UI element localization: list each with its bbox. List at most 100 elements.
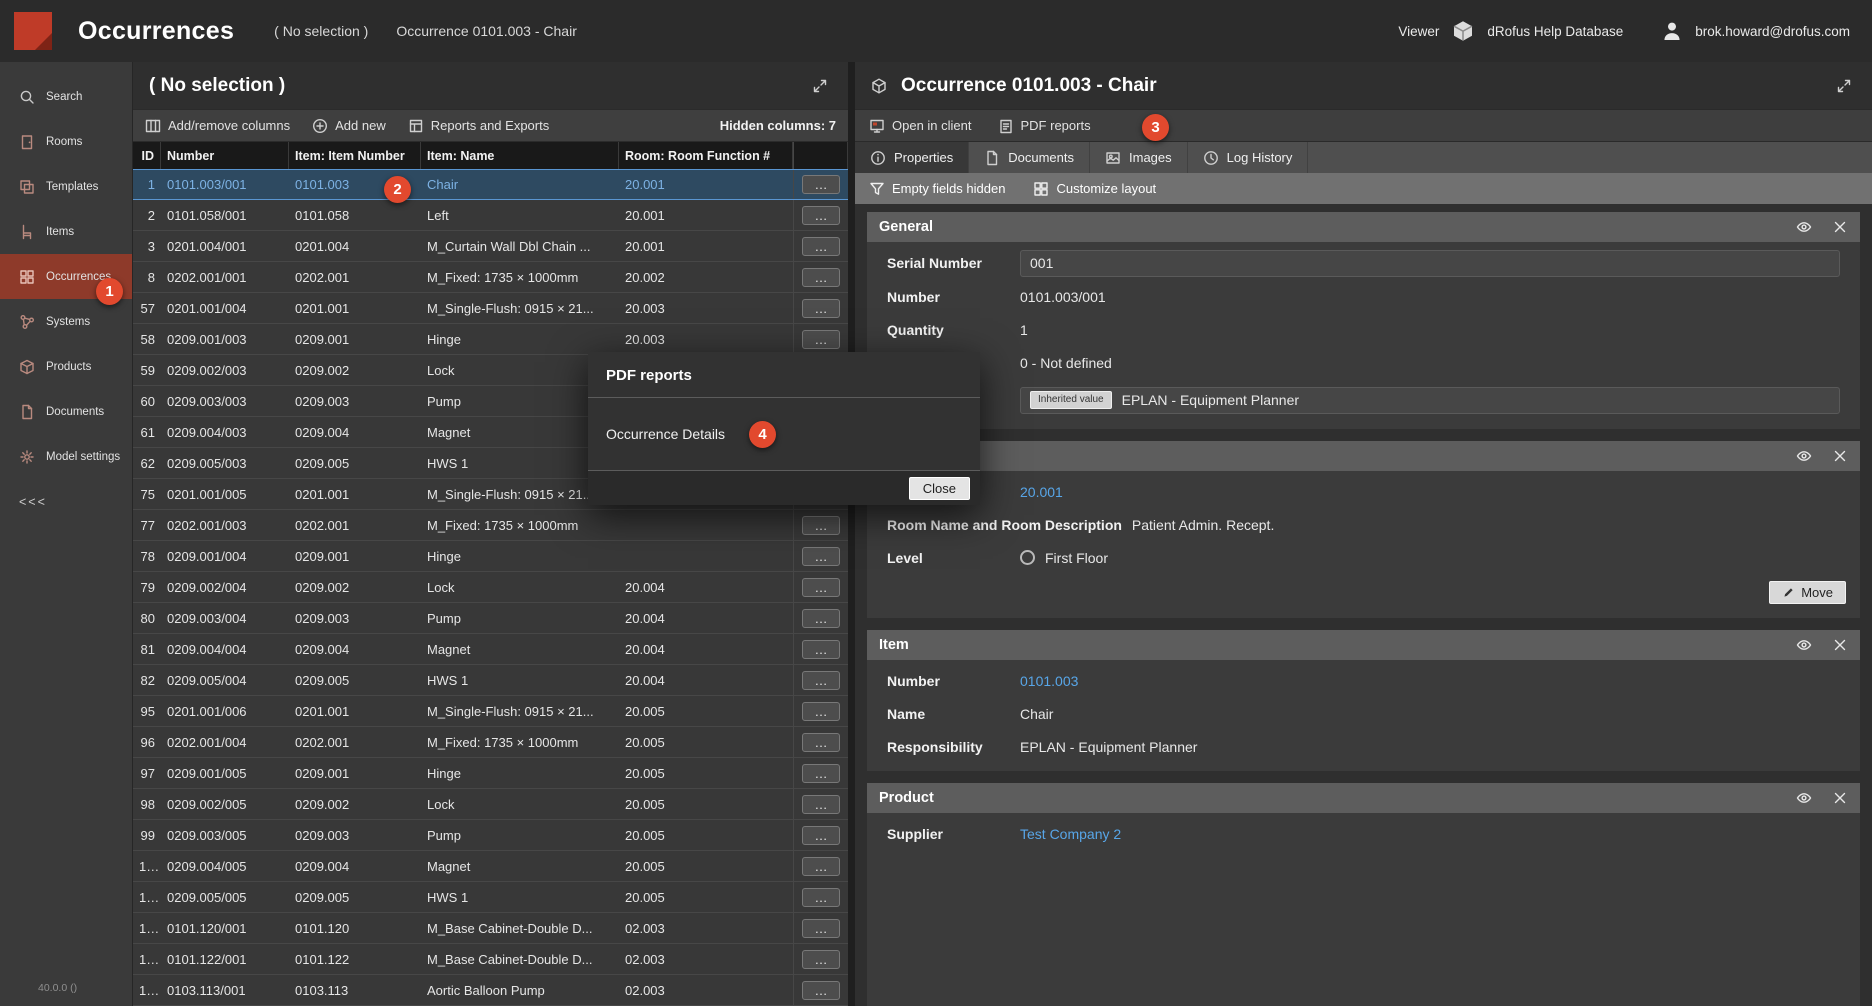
reports-exports-button[interactable]: Reports and Exports — [408, 118, 550, 134]
eye-icon[interactable] — [1796, 448, 1812, 464]
row-more-button[interactable]: … — [802, 268, 840, 287]
close-icon[interactable] — [1832, 219, 1848, 235]
close-icon[interactable] — [1832, 448, 1848, 464]
row-more-button[interactable]: … — [802, 826, 840, 845]
value-field[interactable]: 001 — [1020, 250, 1840, 277]
close-button[interactable]: Close — [909, 477, 970, 500]
table-row[interactable]: 1360103.113/0010103.113Aortic Balloon Pu… — [133, 975, 848, 1006]
dialog-report-item[interactable]: Occurrence Details4 — [606, 421, 962, 448]
tab-images[interactable]: Images — [1090, 142, 1188, 173]
row-more-button[interactable]: … — [802, 702, 840, 721]
radio-button[interactable] — [1020, 550, 1035, 565]
eye-icon[interactable] — [1796, 219, 1812, 235]
row-more-button[interactable]: … — [802, 919, 840, 938]
row-more-button[interactable]: … — [802, 578, 840, 597]
row-more-button[interactable]: … — [802, 547, 840, 566]
table-row[interactable]: 1350101.122/0010101.122M_Base Cabinet-Do… — [133, 944, 848, 975]
breadcrumb: ( No selection ) Occurrence 0101.003 - C… — [274, 23, 577, 39]
expand-detail-button[interactable] — [1828, 70, 1860, 102]
row-more-button[interactable]: … — [802, 516, 840, 535]
table-row[interactable]: 570201.001/0040201.001M_Single-Flush: 09… — [133, 293, 848, 324]
row-more-button[interactable]: … — [802, 795, 840, 814]
table-row[interactable]: 770202.001/0030202.001M_Fixed: 1735 × 10… — [133, 510, 848, 541]
open-in-client-button[interactable]: Open in client — [869, 118, 972, 134]
table-row[interactable]: 10101.003/0010101.003Chair20.001… — [133, 169, 848, 200]
table-row[interactable]: 820209.005/0040209.005HWS 120.004… — [133, 665, 848, 696]
value-link[interactable]: 0101.003 — [1020, 673, 1078, 689]
row-more-button[interactable]: … — [802, 857, 840, 876]
row-more-button[interactable]: … — [802, 950, 840, 969]
sidebar-item-model-settings[interactable]: Model settings — [0, 434, 132, 479]
cell-item-number: 0202.001 — [289, 735, 421, 750]
sidebar-item-documents[interactable]: Documents — [0, 389, 132, 434]
row-more-button[interactable]: … — [802, 733, 840, 752]
sidebar-collapse[interactable]: <<< — [0, 479, 132, 509]
sidebar-item-rooms[interactable]: Rooms — [0, 119, 132, 164]
column-header-name[interactable]: Item: Name — [421, 142, 619, 169]
table-row[interactable]: 80202.001/0010202.001M_Fixed: 1735 × 100… — [133, 262, 848, 293]
move-button[interactable]: Move — [1769, 581, 1846, 604]
table-row[interactable]: 950201.001/0060201.001M_Single-Flush: 09… — [133, 696, 848, 727]
table-row[interactable]: 800209.003/0040209.003Pump20.004… — [133, 603, 848, 634]
row-more-button[interactable]: … — [802, 671, 840, 690]
hidden-columns-count: Hidden columns: 7 — [720, 118, 836, 133]
breadcrumb-no-selection[interactable]: ( No selection ) — [274, 23, 368, 39]
table-row[interactable]: 580209.001/0030209.001Hinge20.003… — [133, 324, 848, 355]
eye-icon[interactable] — [1796, 790, 1812, 806]
row-more-button[interactable]: … — [802, 175, 840, 194]
breadcrumb-occurrence[interactable]: Occurrence 0101.003 - Chair — [396, 23, 577, 39]
row-more-button[interactable]: … — [802, 888, 840, 907]
sidebar-item-systems[interactable]: Systems — [0, 299, 132, 344]
sidebar-item-products[interactable]: Products — [0, 344, 132, 389]
table-row[interactable]: 810209.004/0040209.004Magnet20.004… — [133, 634, 848, 665]
user-email[interactable]: brok.howard@drofus.com — [1695, 24, 1850, 39]
row-more-button[interactable]: … — [802, 640, 840, 659]
add-remove-columns-button[interactable]: Add/remove columns — [145, 118, 290, 134]
database-name[interactable]: dRofus Help Database — [1487, 24, 1623, 39]
empty-fields-hidden-button[interactable]: Empty fields hidden — [869, 181, 1005, 197]
table-row[interactable]: 970209.001/0050209.001Hinge20.005… — [133, 758, 848, 789]
table-row[interactable]: 30201.004/0010201.004M_Curtain Wall Dbl … — [133, 231, 848, 262]
cell-item-number: 0209.003 — [289, 828, 421, 843]
add-new-button[interactable]: Add new — [312, 118, 386, 134]
column-header-itemno[interactable]: Item: Item Number — [289, 142, 421, 169]
columns-icon — [145, 118, 161, 134]
table-row[interactable]: 790209.002/0040209.002Lock20.004… — [133, 572, 848, 603]
sidebar-item-items[interactable]: Items — [0, 209, 132, 254]
row-more-button[interactable]: … — [802, 206, 840, 225]
cell-id: 135 — [133, 952, 161, 967]
tab-log-history[interactable]: Log History — [1188, 142, 1309, 173]
close-icon[interactable] — [1832, 790, 1848, 806]
sidebar-item-search[interactable]: Search — [0, 74, 132, 119]
tab-properties[interactable]: Properties — [855, 142, 969, 173]
column-header-id[interactable]: ID — [133, 142, 161, 169]
table-row[interactable]: 980209.002/0050209.002Lock20.005… — [133, 789, 848, 820]
tab-documents[interactable]: Documents — [969, 142, 1090, 173]
close-icon[interactable] — [1832, 637, 1848, 653]
column-header-room[interactable]: Room: Room Function # — [619, 142, 793, 169]
value-link[interactable]: Test Company 2 — [1020, 826, 1121, 842]
table-row[interactable]: 780209.001/0040209.001Hinge… — [133, 541, 848, 572]
row-more-button[interactable]: … — [802, 330, 840, 349]
pdf-reports-button[interactable]: PDF reports — [998, 118, 1091, 134]
row-more-button[interactable]: … — [802, 764, 840, 783]
value-field[interactable]: Inherited valueEPLAN - Equipment Planner — [1020, 387, 1840, 414]
table-row[interactable]: 20101.058/0010101.058Left20.001… — [133, 200, 848, 231]
table-row[interactable]: 960202.001/0040202.001M_Fixed: 1735 × 10… — [133, 727, 848, 758]
column-header-num[interactable]: Number — [161, 142, 289, 169]
table-row[interactable]: 990209.003/0050209.003Pump20.005… — [133, 820, 848, 851]
table-row[interactable]: 1010209.005/0050209.005HWS 120.005… — [133, 882, 848, 913]
sidebar-item-templates[interactable]: Templates — [0, 164, 132, 209]
eye-icon[interactable] — [1796, 637, 1812, 653]
value-link[interactable]: 20.001 — [1020, 484, 1063, 500]
row-more-button[interactable]: … — [802, 237, 840, 256]
row-more-button[interactable]: … — [802, 609, 840, 628]
expand-panel-button[interactable] — [804, 70, 836, 102]
customize-layout-button[interactable]: Customize layout — [1033, 181, 1156, 197]
table-row[interactable]: 1340101.120/0010101.120M_Base Cabinet-Do… — [133, 913, 848, 944]
section-header-icons — [1796, 637, 1848, 653]
row-more-button[interactable]: … — [802, 299, 840, 318]
sidebar-item-label: Search — [46, 91, 82, 103]
row-more-button[interactable]: … — [802, 981, 840, 1000]
table-row[interactable]: 1000209.004/0050209.004Magnet20.005… — [133, 851, 848, 882]
